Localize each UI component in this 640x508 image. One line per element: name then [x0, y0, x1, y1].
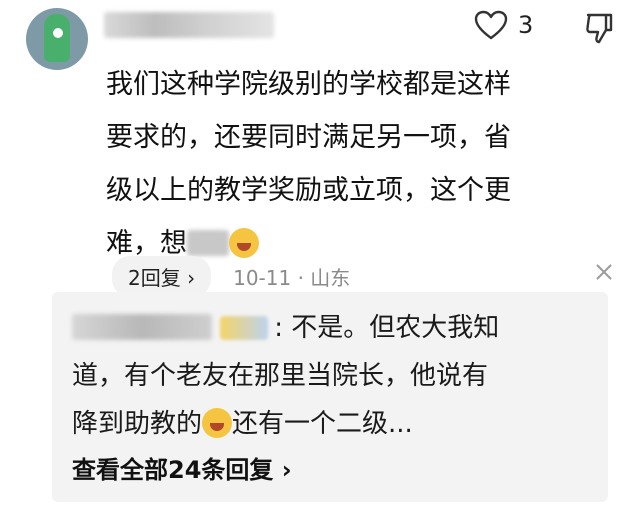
reply-count-button[interactable]: 2回复 › [112, 256, 212, 297]
thumbs-down-icon [586, 13, 613, 44]
reply-username-redacted[interactable] [72, 314, 212, 340]
like-count: 3 [518, 11, 534, 39]
avatar-eye [53, 28, 63, 38]
avatar[interactable] [26, 8, 88, 70]
reply-preview[interactable]: : 不是。但农大我知 道，有个老友在那里当院长，他说有 降到助教的 还有一个二级.… [52, 292, 608, 502]
date-location: 10-11 · 山东 [233, 266, 351, 290]
crying-laughing-emoji-icon [229, 228, 259, 258]
view-all-replies-link[interactable]: 查看全部24条回复 › [72, 450, 292, 485]
user-badge-redacted [220, 316, 269, 340]
avatar-figure [44, 14, 70, 62]
reply-line: 降到助教的 还有一个二级... [72, 400, 592, 448]
close-button[interactable] [594, 262, 614, 286]
close-icon [596, 264, 612, 280]
username-redacted[interactable] [104, 12, 274, 38]
comment-line: 级以上的教学奖励或立项，这个更 [106, 175, 511, 206]
reply-line-fragment: 降到助教的 [72, 409, 203, 439]
reply-line: : 不是。但农大我知 [72, 304, 592, 352]
reply-line-fragment: : 不是。但农大我知 [274, 313, 500, 343]
heart-outline-icon [474, 10, 508, 40]
reply-line: 道，有个老友在那里当院长，他说有 [72, 361, 489, 391]
reply-line-fragment: 还有一个二级... [232, 409, 413, 439]
comment-text: 我们这种学院级别的学校都是这样 要求的，还要同时满足另一项，省 级以上的教学奖励… [106, 58, 606, 270]
dislike-button[interactable] [584, 12, 614, 48]
comment-meta: 2回复 › 10-11 · 山东 [112, 256, 350, 297]
redacted-text [187, 230, 229, 256]
comment-line: 要求的，还要同时满足另一项，省 [106, 122, 511, 153]
like-button[interactable]: 3 [474, 10, 533, 40]
comment-line-fragment: 难，想 [106, 228, 187, 259]
crying-laughing-emoji-icon [202, 408, 233, 438]
reply-text: : 不是。但农大我知 道，有个老友在那里当院长，他说有 降到助教的 还有一个二级.… [72, 304, 592, 448]
comment-line: 我们这种学院级别的学校都是这样 [106, 69, 511, 100]
